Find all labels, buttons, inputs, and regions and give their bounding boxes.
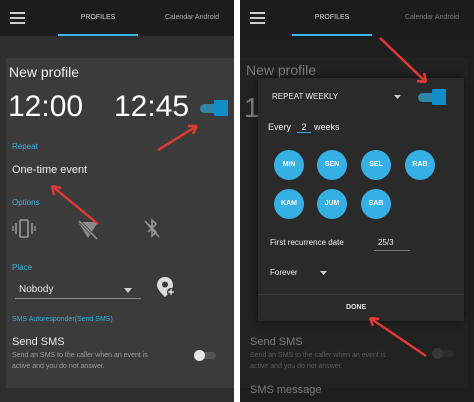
repeat-header: Repeat [12, 142, 38, 151]
day-button-sab[interactable]: SAB [361, 189, 391, 219]
day-button-kam[interactable]: KAM [274, 189, 304, 219]
bluetooth-off-icon[interactable] [142, 218, 162, 240]
send-sms-desc-line1: Send an SMS to the caller when an event … [12, 352, 148, 359]
add-location-icon[interactable] [156, 276, 176, 298]
profile-card: New profile 12:00 12:45 Repeat One-time … [6, 58, 234, 388]
app-bar: PROFILES Calendar Android [240, 0, 474, 36]
dropdown-icon [124, 288, 132, 293]
first-recurrence-label: First recurrence date [270, 238, 344, 247]
every-unit-label: weeks [314, 122, 340, 132]
first-recurrence-value: 25/3 [378, 238, 394, 247]
every-label: Every [268, 122, 292, 132]
tab-calendar-android[interactable]: Calendar Android [150, 0, 234, 36]
vibrate-icon[interactable] [12, 218, 36, 240]
day-button-jum[interactable]: JUM [317, 189, 347, 219]
dropdown-icon [394, 95, 401, 99]
day-button-sen[interactable]: SEN [317, 150, 347, 180]
left-screen: PROFILES Calendar Android New profile 12… [0, 0, 234, 402]
send-sms-desc-line2: active and you do not answer. [12, 363, 105, 370]
menu-icon[interactable] [10, 12, 25, 24]
place-value: Nobody [19, 284, 54, 295]
right-screen: PROFILES Calendar Android New profile 1 … [240, 0, 474, 402]
page-title: New profile [9, 64, 80, 80]
every-value-input[interactable]: 2 [297, 122, 311, 133]
repeat-mode-value: REPEAT WEEKLY [272, 92, 339, 101]
end-time[interactable]: 12:45 [114, 90, 189, 124]
day-button-sel[interactable]: SEL [361, 150, 391, 180]
done-button[interactable]: DONE [346, 304, 366, 311]
place-header: Place [12, 263, 33, 272]
menu-icon[interactable] [250, 12, 265, 24]
tab-calendar-android[interactable]: Calendar Android [390, 0, 474, 36]
repeat-value[interactable]: One-time event [12, 164, 87, 176]
day-button-rab[interactable]: RAB [405, 150, 435, 180]
dropdown-icon [320, 271, 327, 275]
tab-profiles[interactable]: PROFILES [292, 0, 372, 36]
repeat-dialog: REPEAT WEEKLY Every 2 weeks MIN SEN SEL … [258, 78, 464, 321]
day-button-min[interactable]: MIN [274, 150, 304, 180]
wifi-off-icon[interactable] [76, 218, 100, 240]
tab-profiles[interactable]: PROFILES [58, 0, 138, 36]
app-bar: PROFILES Calendar Android [0, 0, 234, 36]
duration-value: Forever [270, 268, 298, 277]
send-sms-title: Send SMS [12, 336, 65, 348]
options-header: Options [12, 198, 40, 207]
start-time[interactable]: 12:00 [8, 90, 83, 124]
sms-autoresponder-header: SMS Autoresponder(Send SMS) [12, 316, 113, 323]
